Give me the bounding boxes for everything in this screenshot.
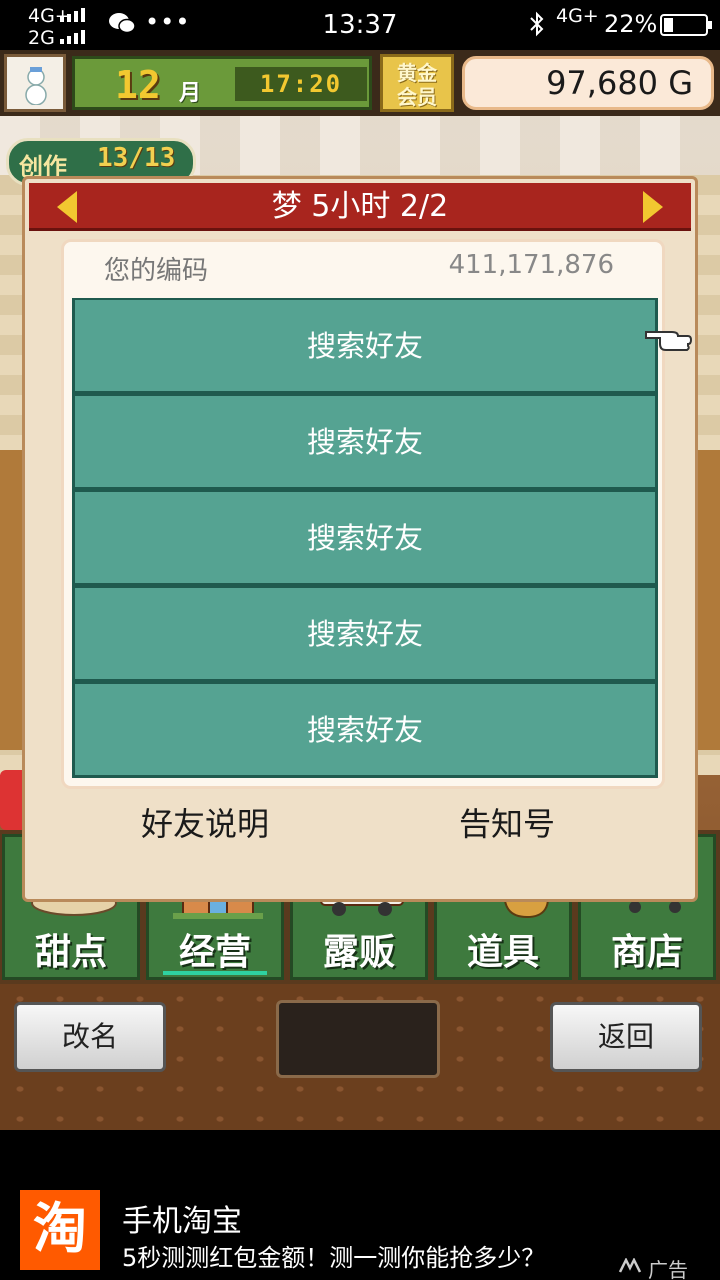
gold-member-badge[interactable]: 黄金 会员	[380, 54, 454, 112]
shop-door-left	[0, 450, 24, 750]
customer-sprite	[0, 770, 22, 830]
prev-page-arrow-icon[interactable]	[57, 191, 77, 223]
search-friend-button[interactable]: 搜索好友	[72, 394, 658, 490]
menu-label: 道具	[466, 932, 539, 973]
snowman-icon	[25, 67, 47, 105]
taobao-logo-icon: 淘	[20, 1190, 100, 1270]
rename-button[interactable]: 改名	[14, 1002, 166, 1072]
search-friend-button[interactable]: 搜索好友	[72, 298, 658, 394]
ad-title: 手机淘宝	[122, 1204, 242, 1239]
ad-brand-icon	[618, 1258, 642, 1273]
ad-tag: 广告	[648, 1258, 688, 1280]
friend-slot-list: 搜索好友 搜索好友 搜索好友 搜索好友 搜索好友	[72, 298, 658, 778]
search-friend-button[interactable]: 搜索好友	[72, 490, 658, 586]
your-code-value: 411,171,876	[448, 250, 614, 280]
selected-indicator	[163, 971, 267, 975]
bluetooth-icon	[530, 11, 544, 37]
dialog-body: 您的编码 411,171,876 搜索好友 搜索好友 搜索好友 搜索好友 搜索好…	[61, 239, 692, 789]
game-clock: 17:20	[235, 67, 367, 101]
center-slot	[276, 1000, 440, 1078]
bottom-controls: 改名 返回	[0, 984, 720, 1130]
create-count: 13/13	[97, 143, 176, 173]
pointing-hand-icon	[645, 331, 692, 351]
top-bar: 12 月 17:20 黄金 会员 97,680 G	[0, 50, 720, 116]
notice-link[interactable]: 告知号	[459, 799, 555, 845]
menu-label: 甜点	[34, 932, 107, 973]
game-screen: 12 月 17:20 黄金 会员 97,680 G 创作 13/13 甜点 经营…	[0, 50, 720, 1130]
battery-icon	[660, 14, 712, 36]
status-bar: 4G+ 2G ••• 13:37 4G+ 22%	[0, 0, 720, 50]
network-type-right: 4G+	[556, 5, 599, 27]
dialog-header: 梦 5小时 2/2	[29, 183, 691, 231]
avatar[interactable]	[4, 54, 66, 112]
dialog-footer: 好友说明 告知号	[25, 799, 695, 855]
next-page-arrow-icon[interactable]	[643, 191, 663, 223]
date-panel: 12 月 17:20	[72, 56, 372, 110]
friends-dialog: 梦 5小时 2/2 您的编码 411,171,876 搜索好友 搜索好友 搜索好…	[22, 176, 698, 902]
your-code-label: 您的编码	[104, 256, 209, 286]
shop-door-right	[696, 450, 720, 750]
month-number: 12	[115, 63, 161, 107]
menu-label: 露贩	[322, 932, 395, 973]
search-friend-button[interactable]: 搜索好友	[72, 682, 658, 778]
friend-help-link[interactable]: 好友说明	[141, 799, 269, 845]
ad-banner[interactable]: 淘 手机淘宝 5秒测测红包金额！测一测你能抢多少？ 广告	[0, 1130, 720, 1280]
dialog-title: 梦 5小时 2/2	[271, 189, 449, 224]
menu-label: 商店	[610, 932, 683, 973]
back-button[interactable]: 返回	[550, 1002, 702, 1072]
gold-amount: 97,680 G	[462, 56, 714, 110]
month-unit: 月	[179, 81, 202, 106]
search-friend-button[interactable]: 搜索好友	[72, 586, 658, 682]
ad-description: 5秒测测红包金额！测一测你能抢多少？	[122, 1244, 546, 1272]
menu-label: 经营	[178, 932, 251, 973]
battery-percent: 22%	[604, 10, 658, 38]
